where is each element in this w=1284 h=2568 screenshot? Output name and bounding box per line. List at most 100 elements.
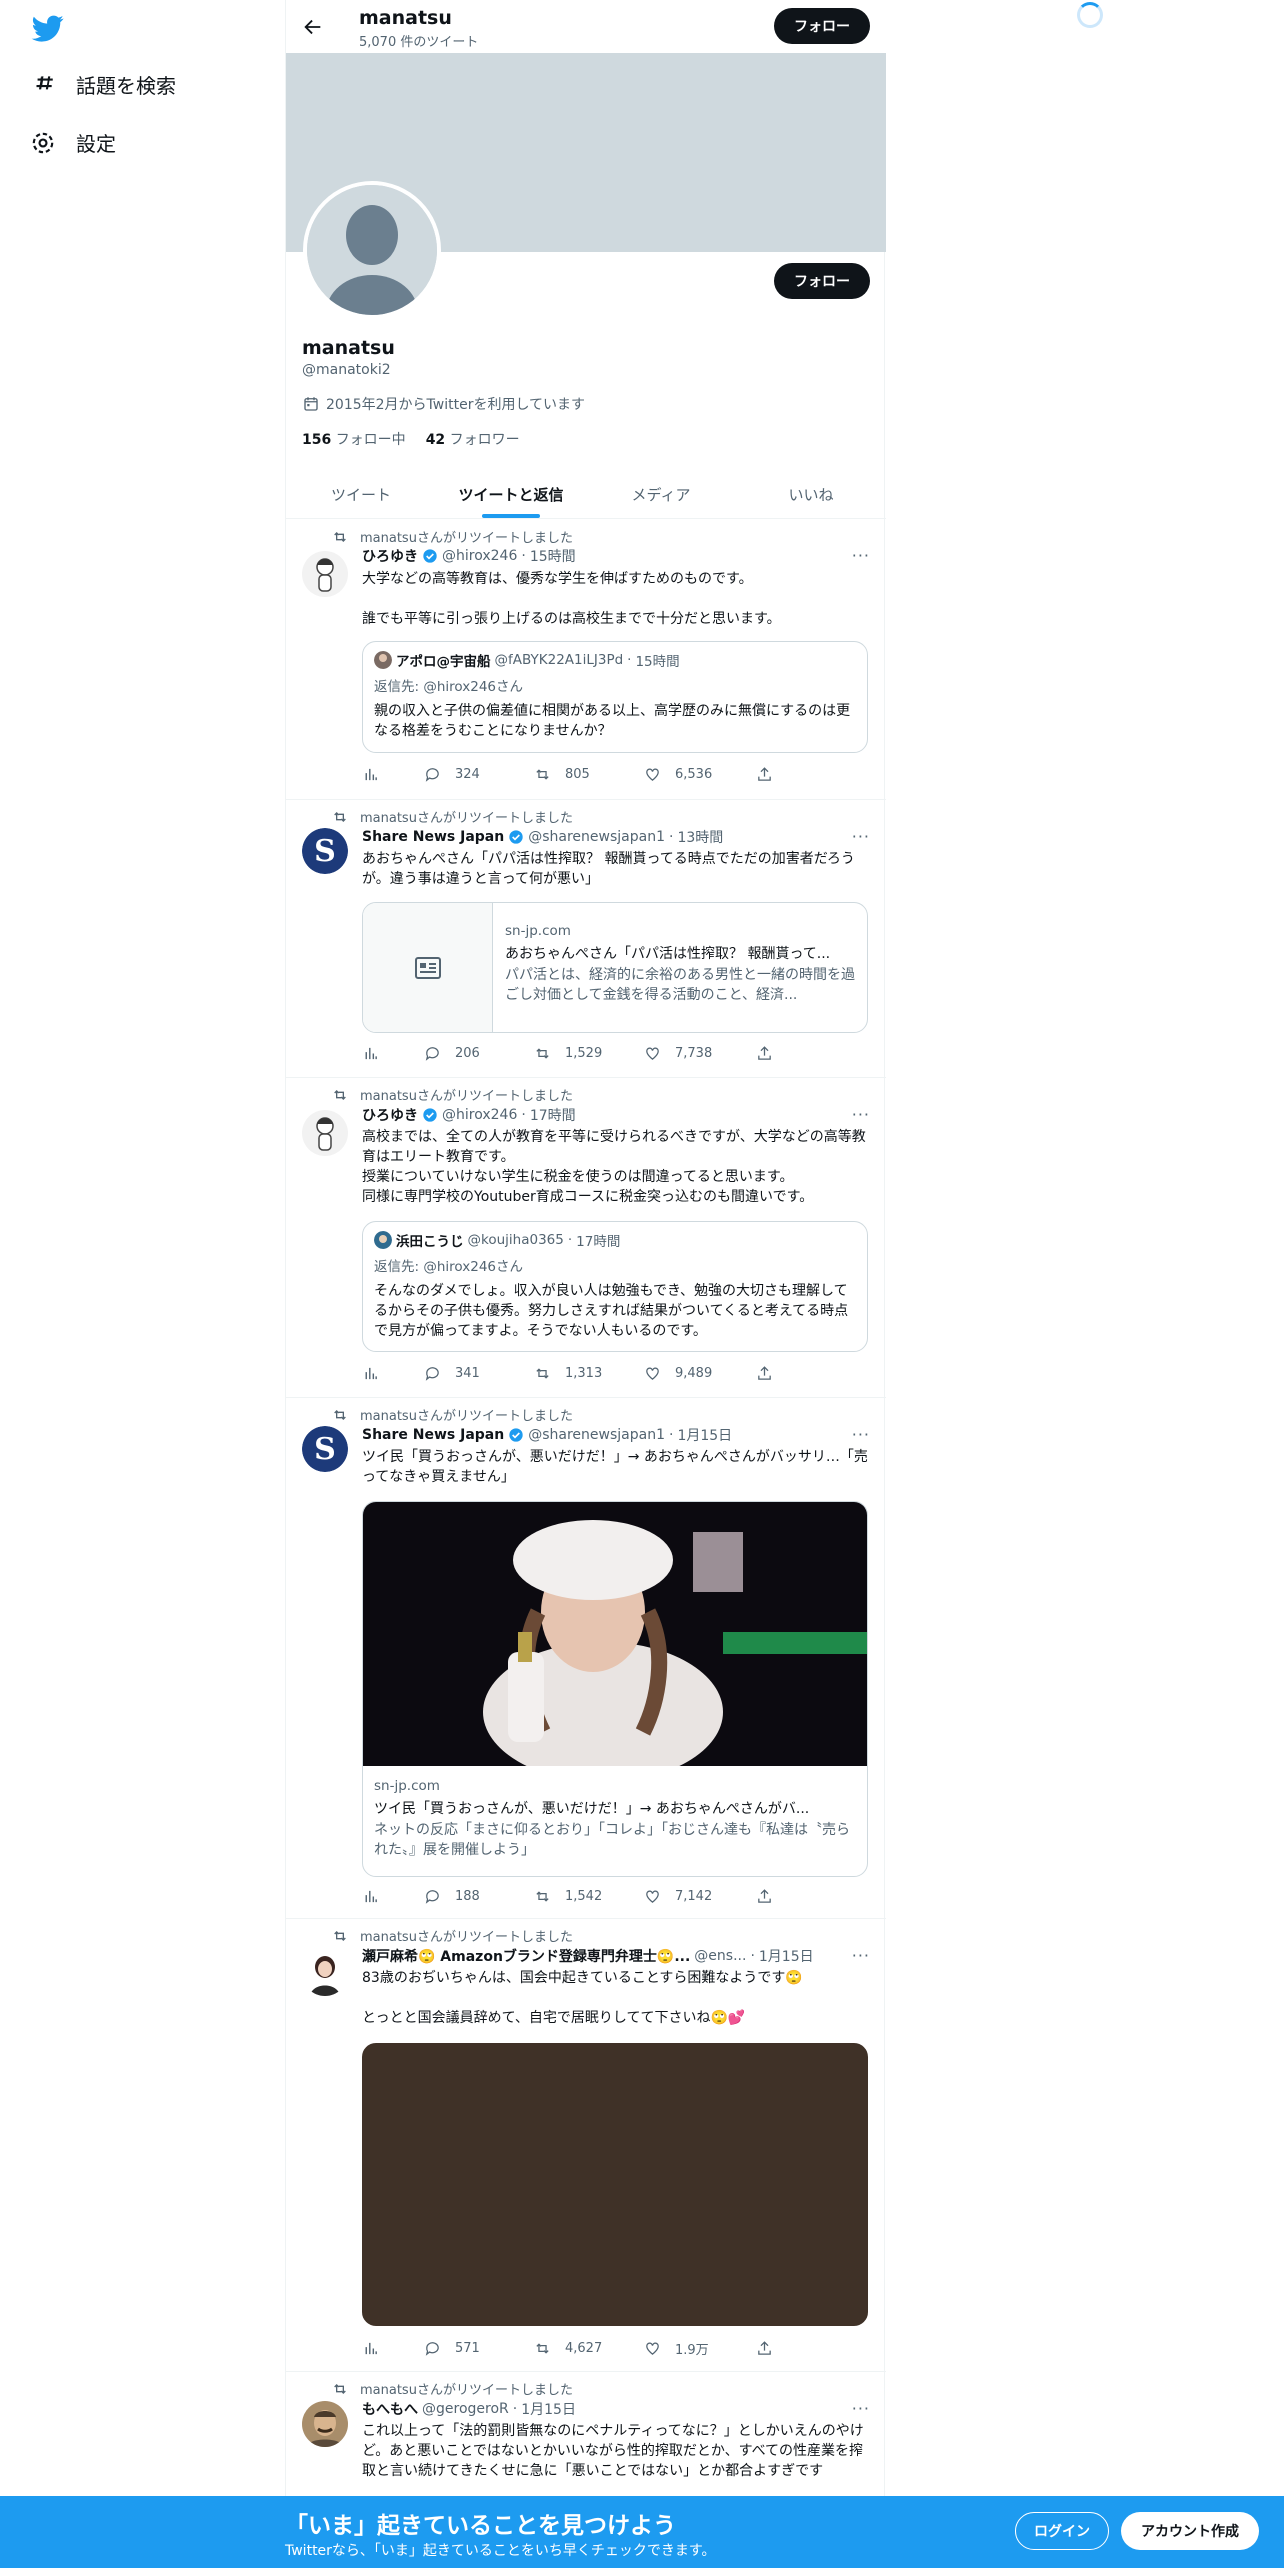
avatar[interactable]: S [302, 1426, 348, 1472]
tweet[interactable]: manatsuさんがリツイートしました S Share News Japan @… [286, 1398, 886, 1919]
author-handle[interactable]: @sharenewsjapan1 [528, 829, 665, 845]
tweet-time[interactable]: 1月15日 [677, 1425, 732, 1445]
more-options-icon[interactable]: ··· [852, 1105, 870, 1124]
avatar[interactable] [302, 2401, 348, 2447]
header-follow-button[interactable]: フォロー [774, 8, 870, 44]
more-options-icon[interactable]: ··· [852, 2399, 870, 2418]
author-handle[interactable]: @gerogeroR [422, 2401, 509, 2417]
tweet-time[interactable]: 13時間 [677, 827, 723, 847]
author-handle[interactable]: @sharenewsjapan1 [528, 1427, 665, 1443]
retweet-button[interactable]: 4,627 [534, 2340, 644, 2357]
analytics-button[interactable] [362, 1888, 424, 1905]
quoted-tweet[interactable]: 浜田こうじ @koujiha0365 · 17時間 返信先: @hirox246… [362, 1221, 868, 1352]
link-card[interactable]: sn-jp.com あおちゃんぺさん「パパ活は性搾取？ 報酬貰って... パパ活… [362, 902, 868, 1033]
share-button[interactable] [756, 2340, 773, 2357]
login-button[interactable]: ログイン [1015, 2512, 1109, 2550]
media-video[interactable] [362, 2043, 868, 2326]
reply-button[interactable]: 188 [424, 1888, 534, 1905]
like-button[interactable]: 9,489 [644, 1365, 756, 1382]
profile-follow-button[interactable]: フォロー [774, 263, 870, 299]
avatar[interactable] [302, 1110, 348, 1156]
share-button[interactable] [756, 766, 773, 783]
author-handle[interactable]: @ens... [694, 1948, 746, 1964]
tab-likes[interactable]: いいね [736, 470, 886, 518]
tweet[interactable]: manatsuさんがリツイートしました もへもへ @gerogeroR · 1月… [286, 2372, 886, 2496]
like-button[interactable]: 7,142 [644, 1888, 756, 1905]
retweet-button[interactable]: 1,313 [534, 1365, 644, 1382]
like-button[interactable]: 1.9万 [644, 2339, 756, 2358]
twitter-logo-icon[interactable] [30, 12, 66, 44]
like-count: 9,489 [675, 1366, 713, 1381]
author-handle[interactable]: @hirox246 [442, 1107, 517, 1123]
avatar[interactable]: S [302, 828, 348, 874]
profile-timeline: manatsu 5,070 件のツイート フォロー フォロー manatsu @… [285, 0, 886, 2568]
retweet-button[interactable]: 1,529 [534, 1045, 644, 1062]
analytics-button[interactable] [362, 2340, 424, 2357]
reply-icon [425, 2342, 439, 2356]
card-domain: sn-jp.com [374, 1778, 440, 1794]
more-options-icon[interactable]: ··· [852, 546, 870, 565]
reply-button[interactable]: 341 [424, 1365, 534, 1382]
tweet-text: 高校までは、全ての人が教育を平等に受けられるべきですが、大学などの高等教育はエリ… [362, 1129, 866, 1205]
tweet-text: これ以上って「法的罰則皆無なのにペナルティってなに？」としかいえんのやけど。あと… [362, 2423, 864, 2479]
link-card[interactable]: sn-jp.com ツイ民「買うおっさんが、悪いだけだ！」→ あおちゃんぺさんが… [362, 1501, 868, 1877]
tweet[interactable]: manatsuさんがリツイートしました ひろゆき @hirox246 · 15時… [286, 519, 886, 800]
tweet-time[interactable]: 1月15日 [521, 2399, 576, 2419]
more-options-icon[interactable]: ··· [852, 827, 870, 846]
reply-button[interactable]: 571 [424, 2340, 534, 2357]
card-domain: sn-jp.com [505, 923, 571, 939]
author-name[interactable]: ひろゆき [362, 1105, 418, 1125]
following-link[interactable]: 156 フォロー中 [302, 429, 406, 449]
nav-explore[interactable]: 話題を検索 [30, 70, 176, 99]
tweet-time[interactable]: 15時間 [530, 546, 576, 566]
reply-button[interactable]: 206 [424, 1045, 534, 1062]
header-tweet-count: 5,070 件のツイート [359, 35, 479, 50]
calendar-icon [304, 397, 318, 411]
retweet-button[interactable]: 805 [534, 766, 644, 783]
followers-label: フォロワー [449, 432, 520, 448]
card-description: パパ活とは、経済的に余裕のある男性と一緒の時間を過ごし対価として金銭を得る活動の… [505, 967, 855, 1003]
retweet-icon [334, 2383, 346, 2394]
reply-button[interactable]: 324 [424, 766, 534, 783]
author-name[interactable]: ひろゆき [362, 546, 418, 566]
svg-text:S: S [314, 834, 336, 869]
retweet-icon [536, 769, 549, 780]
tweet-time[interactable]: 1月15日 [759, 1946, 814, 1966]
author-name[interactable]: 瀬戸麻希🙄 Amazonブランド登録専門弁理士🙄... [362, 1946, 690, 1966]
tweet[interactable]: manatsuさんがリツイートしました S Share News Japan @… [286, 800, 886, 1078]
author-name[interactable]: もへもへ [362, 2399, 418, 2419]
signup-button[interactable]: アカウント作成 [1121, 2512, 1259, 2550]
quoted-tweet[interactable]: アポロ@宇宙船 @fABYK22A1iLJ3Pd · 15時間 返信先: @hi… [362, 641, 868, 753]
analytics-button[interactable] [362, 1045, 424, 1062]
like-button[interactable]: 6,536 [644, 766, 756, 783]
author-name[interactable]: Share News Japan [362, 829, 504, 845]
analytics-button[interactable] [362, 766, 424, 783]
separator: · [668, 829, 674, 845]
tab-tweets[interactable]: ツイート [286, 470, 436, 518]
tweet[interactable]: manatsuさんがリツイートしました 瀬戸麻希🙄 Amazonブランド登録専門… [286, 1919, 886, 2372]
avatar[interactable] [302, 1950, 348, 1996]
tweet-time[interactable]: 17時間 [530, 1105, 576, 1125]
back-arrow-icon[interactable] [302, 16, 324, 38]
retweet-icon [334, 531, 346, 542]
share-button[interactable] [756, 1365, 773, 1382]
profile-avatar[interactable] [303, 181, 441, 319]
more-options-icon[interactable]: ··· [852, 1946, 870, 1965]
retweet-button[interactable]: 1,542 [534, 1888, 644, 1905]
tab-media[interactable]: メディア [586, 470, 736, 518]
author-name[interactable]: Share News Japan [362, 1427, 504, 1443]
followers-link[interactable]: 42 フォロワー [426, 429, 520, 449]
separator: · [521, 1107, 526, 1123]
tweet[interactable]: manatsuさんがリツイートしました ひろゆき @hirox246 · 17時… [286, 1078, 886, 1398]
author-handle[interactable]: @hirox246 [442, 548, 517, 564]
analytics-button[interactable] [362, 1365, 424, 1382]
tab-tweets-and-replies[interactable]: ツイートと返信 [436, 470, 586, 518]
nav-settings[interactable]: 設定 [30, 128, 116, 157]
reply-icon [425, 768, 439, 782]
like-button[interactable]: 7,738 [644, 1045, 756, 1062]
more-options-icon[interactable]: ··· [852, 1425, 870, 1444]
share-button[interactable] [756, 1045, 773, 1062]
avatar[interactable] [302, 551, 348, 597]
share-button[interactable] [756, 1888, 773, 1905]
retweet-icon [536, 1891, 549, 1902]
